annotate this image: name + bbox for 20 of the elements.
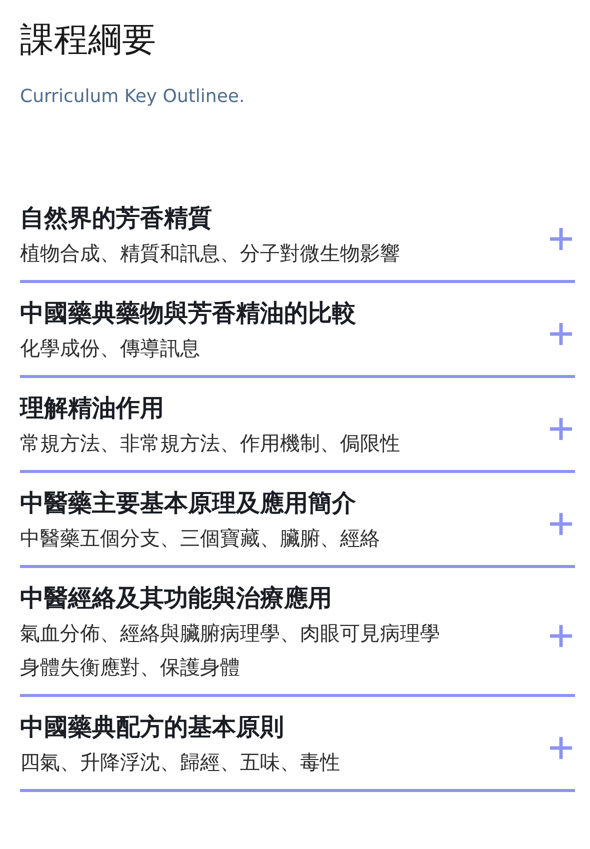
page-subtitle: Curriculum Key Outlinee. (20, 85, 246, 109)
plus-icon[interactable] (549, 322, 573, 346)
section-title: 中國藥典藥物與芳香精油的比較 (20, 298, 357, 329)
page-title: 課程綱要 (20, 19, 157, 62)
section-summary: 四氣、升降浮沈、歸經、五味、毒性 (20, 749, 341, 776)
section-summary: 氣血分佈、經絡與臟腑病理學、肉眼可見病理學 身體失衡應對、保護身體 (20, 620, 441, 681)
plus-icon[interactable] (549, 624, 573, 648)
plus-icon[interactable] (549, 512, 573, 536)
plus-icon[interactable] (549, 736, 573, 760)
section-title: 自然界的芳香精質 (20, 203, 213, 234)
section-title: 中醫藥主要基本原理及應用簡介 (20, 488, 357, 519)
section-title: 理解精油作用 (20, 393, 165, 424)
section-summary: 常規方法、非常規方法、作用機制、侷限性 (20, 430, 401, 457)
section-summary: 化學成份、傳導訊息 (20, 335, 201, 362)
section-summary: 植物合成、精質和訊息、分子對微生物影響 (20, 240, 401, 267)
section-title: 中國藥典配方的基本原則 (20, 712, 285, 743)
plus-icon[interactable] (549, 417, 573, 441)
plus-icon[interactable] (549, 227, 573, 251)
section-title: 中醫經絡及其功能與治療應用 (20, 583, 333, 614)
section-summary: 中醫藥五個分支、三個寶藏、臟腑、經絡 (20, 525, 381, 552)
